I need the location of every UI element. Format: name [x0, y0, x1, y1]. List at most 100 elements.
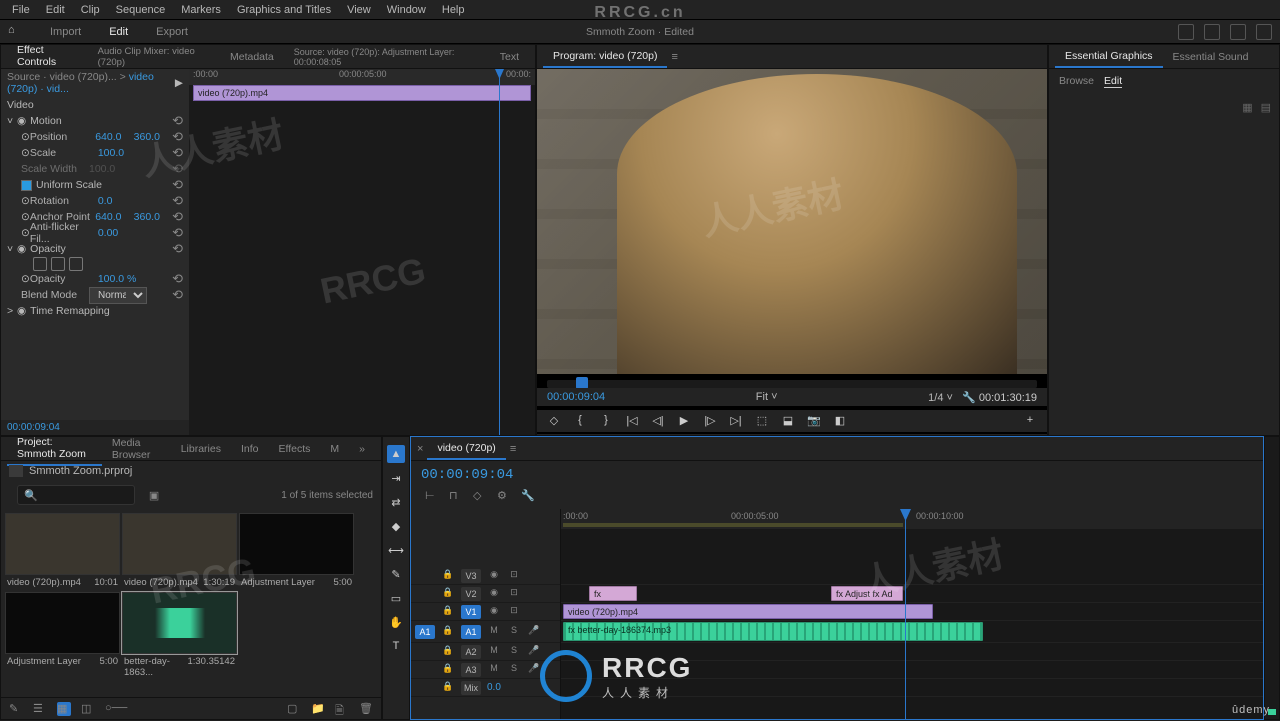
menu-file[interactable]: File [4, 2, 38, 18]
rectangle-tool-icon[interactable]: ▭ [387, 589, 405, 607]
project-item[interactable]: Adjustment Layer5:00 [239, 513, 354, 590]
menu-edit[interactable]: Edit [38, 2, 73, 18]
solo-icon[interactable]: S [507, 663, 521, 677]
new-item-icon[interactable]: 🗎 [335, 702, 349, 716]
mute-icon[interactable]: M [487, 663, 501, 677]
ec-motion-toggle[interactable]: ˅◉ Motion⟲ [1, 113, 189, 129]
scalew-reset-icon[interactable]: ⟲ [172, 161, 183, 177]
ec-play-icon[interactable]: ▶ [175, 77, 183, 89]
track-a2[interactable]: A2 [461, 645, 481, 659]
position-x[interactable]: 640.0 [95, 131, 133, 143]
project-item[interactable]: video (720p).mp410:01 [5, 513, 120, 590]
program-video-area[interactable] [537, 69, 1047, 374]
ec-timeremap-toggle[interactable]: >◉ Time Remapping [1, 303, 189, 319]
proj-pen-icon[interactable]: ✎ [9, 702, 23, 716]
tab-essential-sound[interactable]: Essential Sound [1163, 47, 1259, 67]
uniform-scale-checkbox[interactable] [21, 180, 32, 191]
wrench-icon[interactable]: 🔧 [962, 392, 976, 404]
lock-icon[interactable]: 🔒 [441, 681, 455, 695]
ess-edit[interactable]: Edit [1104, 75, 1122, 88]
export-frame-icon[interactable]: 📷 [807, 414, 821, 428]
ess-align-icon[interactable]: ▦ [1242, 101, 1252, 114]
stopwatch-icon[interactable]: ⊙ [21, 131, 30, 143]
timeline-menu-icon[interactable]: ≡ [510, 443, 516, 455]
ec-playhead[interactable] [499, 69, 500, 435]
mark-in-icon[interactable]: { [573, 414, 587, 428]
anchor-x[interactable]: 640.0 [95, 211, 133, 223]
anchor-reset-icon[interactable]: ⟲ [172, 209, 183, 225]
selection-tool-icon[interactable]: ▲ [387, 445, 405, 463]
timeline-timecode[interactable]: 00:00:09:04 [421, 467, 513, 483]
project-item[interactable]: better-day-1863...1:30.35142 [122, 592, 237, 680]
opacity-reset-icon[interactable]: ⟲ [172, 241, 183, 257]
stopwatch-icon[interactable]: ⊙ [21, 195, 30, 207]
tab-overflow[interactable]: » [349, 439, 375, 459]
tab-program[interactable]: Program: video (720p) [543, 46, 667, 68]
lane-v2[interactable]: fx fx Adjust fx Ad [561, 585, 1263, 603]
program-timecode-left[interactable]: 00:00:09:04 [547, 391, 605, 403]
solo-icon[interactable]: S [507, 625, 521, 639]
lock-icon[interactable]: 🔒 [441, 645, 455, 659]
project-item[interactable]: Adjustment Layer5:00 [5, 592, 120, 680]
ess-browse[interactable]: Browse [1059, 75, 1094, 88]
tab-media-browser[interactable]: Media Browser [102, 433, 171, 465]
stopwatch-icon[interactable]: ⊙ [21, 147, 30, 159]
position-y[interactable]: 360.0 [134, 131, 172, 143]
button-editor-icon[interactable]: + [1023, 414, 1037, 428]
list-view-icon[interactable]: ☰ [33, 702, 47, 716]
ec-timeline[interactable]: :00:00 00:00:05:00 00:00: video (720p).m… [189, 69, 535, 435]
home-icon[interactable]: ⌂ [8, 24, 24, 40]
lane-a3[interactable] [561, 661, 1263, 679]
program-fit-select[interactable]: Fit [756, 391, 768, 403]
program-zoom-select[interactable]: 1/4 [928, 392, 943, 404]
auto-bin-icon[interactable]: ▢ [287, 702, 301, 716]
clip-adjustment[interactable]: fx Adjust fx Ad [831, 586, 903, 601]
add-marker-icon[interactable]: ◇ [547, 414, 561, 428]
lock-icon[interactable]: 🔒 [441, 663, 455, 677]
track-v1[interactable]: V1 [461, 605, 481, 619]
sync-lock-icon[interactable]: ⊡ [507, 587, 521, 601]
blend-mode-select[interactable]: Normal [89, 287, 147, 304]
project-item[interactable]: video (720p).mp41:30:19 [122, 513, 237, 590]
menu-window[interactable]: Window [379, 2, 434, 18]
quick-export-icon[interactable] [1178, 24, 1194, 40]
track-v2[interactable]: V2 [461, 587, 481, 601]
tab-text[interactable]: Text [490, 47, 529, 67]
mark-out-icon[interactable]: } [599, 414, 613, 428]
ripple-tool-icon[interactable]: ⇄ [387, 493, 405, 511]
ws-import[interactable]: Import [36, 22, 95, 42]
pen-tool-icon[interactable]: ✎ [387, 565, 405, 583]
scale-value[interactable]: 100.0 [98, 147, 138, 159]
lock-icon[interactable]: 🔒 [441, 625, 455, 639]
menu-clip[interactable]: Clip [73, 2, 108, 18]
menu-help[interactable]: Help [434, 2, 473, 18]
position-reset-icon[interactable]: ⟲ [172, 129, 183, 145]
share-icon[interactable] [1204, 24, 1220, 40]
lift-icon[interactable]: ⬚ [755, 414, 769, 428]
antiflicker-value[interactable]: 0.00 [98, 227, 138, 239]
solo-icon[interactable]: S [507, 645, 521, 659]
hand-tool-icon[interactable]: ✋ [387, 613, 405, 631]
step-fwd-icon[interactable]: |▷ [703, 414, 717, 428]
ess-layer-icon[interactable]: ▤ [1261, 101, 1271, 114]
timeline-playhead[interactable] [905, 509, 906, 719]
tab-essential-graphics[interactable]: Essential Graphics [1055, 46, 1163, 68]
rotation-value[interactable]: 0.0 [98, 195, 138, 207]
ec-clip-bar[interactable]: video (720p).mp4 [193, 85, 531, 101]
voice-rec-icon[interactable]: 🎤 [527, 663, 541, 677]
mute-icon[interactable]: M [487, 645, 501, 659]
stopwatch-icon[interactable]: ⊙ [21, 273, 30, 285]
program-scrubber[interactable] [547, 380, 1037, 388]
toggle-output-icon[interactable]: ◉ [487, 587, 501, 601]
mix-value[interactable]: 0.0 [487, 682, 517, 693]
antiflicker-reset-icon[interactable]: ⟲ [172, 225, 183, 241]
fullscreen-icon[interactable] [1256, 24, 1272, 40]
clip-audio[interactable]: fx better-day-186374.mp3 [563, 622, 983, 641]
opacityv-reset-icon[interactable]: ⟲ [172, 271, 183, 287]
sync-lock-icon[interactable]: ⊡ [507, 569, 521, 583]
scale-reset-icon[interactable]: ⟲ [172, 145, 183, 161]
tab-audio-mixer[interactable]: Audio Clip Mixer: video (720p) [88, 42, 220, 72]
motion-reset-icon[interactable]: ⟲ [172, 113, 183, 129]
track-mix[interactable]: Mix [461, 681, 481, 695]
track-a1[interactable]: A1 [461, 625, 481, 639]
